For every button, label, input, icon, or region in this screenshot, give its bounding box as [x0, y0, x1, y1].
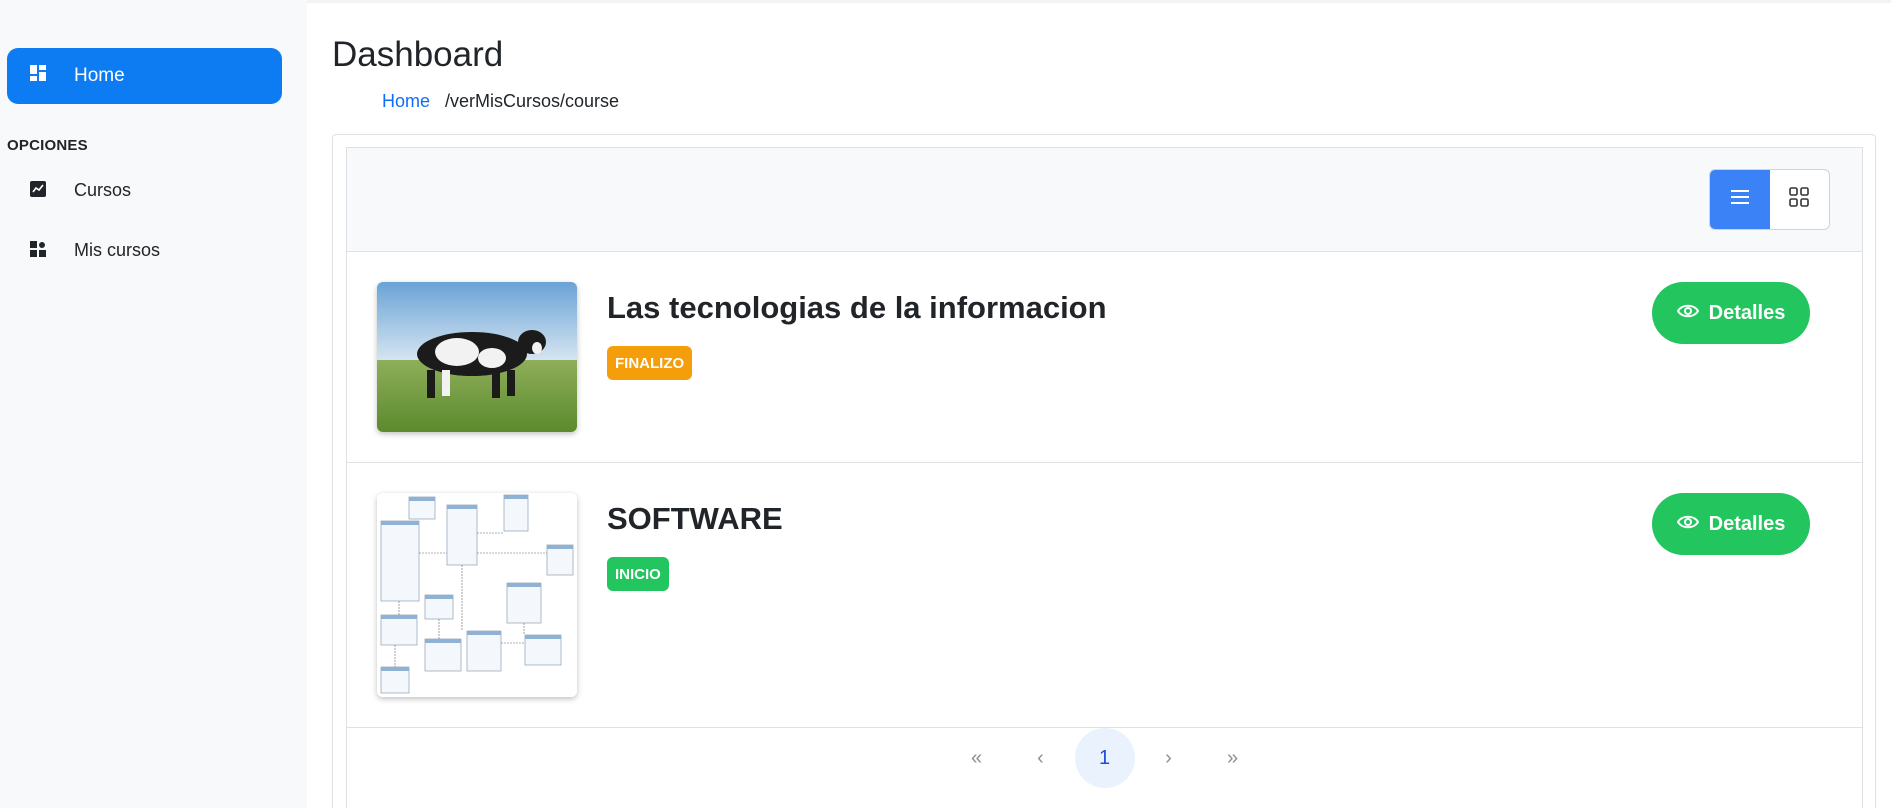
top-divider — [307, 0, 1891, 3]
breadcrumb: Home /verMisCursos/course — [382, 91, 619, 112]
prev-page-button[interactable]: ‹ — [1011, 728, 1071, 788]
chart-icon — [30, 181, 46, 202]
sidebar: Home OPCIONES Cursos Mis cursos — [0, 0, 307, 808]
course-row: SOFTWARE INICIO Detalles — [347, 463, 1862, 728]
grid-view-button[interactable] — [1770, 170, 1830, 229]
page-1-button[interactable]: 1 — [1074, 728, 1135, 788]
sidebar-section-title: OPCIONES — [7, 137, 88, 154]
sidebar-item-label: Cursos — [74, 180, 132, 200]
pagination: « ‹ 1 › » — [347, 728, 1862, 788]
next-page-button[interactable]: › — [1139, 728, 1199, 788]
details-button-label: Detalles — [1708, 512, 1786, 535]
list-view-button[interactable] — [1710, 170, 1770, 229]
database-diagram-image — [377, 493, 577, 697]
view-toggle — [1709, 169, 1830, 230]
cow-in-field-image — [377, 282, 577, 432]
page-title: Dashboard — [332, 35, 504, 74]
breadcrumb-path: /verMisCursos/course — [445, 91, 620, 111]
sidebar-item-mis-cursos[interactable]: Mis cursos — [7, 229, 282, 273]
course-list-header — [347, 148, 1862, 252]
breadcrumb-home-link[interactable]: Home — [382, 91, 430, 112]
course-thumbnail[interactable] — [377, 493, 577, 697]
sidebar-item-label: Mis cursos — [74, 240, 161, 260]
eye-icon — [1676, 513, 1699, 536]
course-list-card: Las tecnologias de la informacion FINALI… — [346, 147, 1863, 808]
sidebar-item-home[interactable]: Home — [7, 48, 282, 104]
status-badge: FINALIZO — [607, 346, 693, 380]
sidebar-item-cursos[interactable]: Cursos — [7, 169, 282, 213]
first-page-button[interactable]: « — [947, 728, 1007, 788]
eye-icon — [1676, 302, 1699, 325]
list-icon — [1730, 189, 1750, 210]
course-title: Las tecnologias de la informacion — [607, 290, 1107, 325]
course-title: SOFTWARE — [607, 501, 783, 536]
status-badge: INICIO — [607, 557, 669, 591]
dashboard-icon — [30, 65, 46, 87]
details-button[interactable]: Detalles — [1652, 282, 1810, 344]
last-page-button[interactable]: » — [1203, 728, 1263, 788]
grid-icon — [30, 241, 46, 262]
course-thumbnail[interactable] — [377, 282, 577, 432]
sidebar-item-label: Home — [74, 65, 125, 86]
details-button-label: Detalles — [1708, 301, 1786, 324]
details-button[interactable]: Detalles — [1652, 493, 1810, 555]
grid-view-icon — [1789, 187, 1810, 212]
course-row: Las tecnologias de la informacion FINALI… — [347, 252, 1862, 463]
